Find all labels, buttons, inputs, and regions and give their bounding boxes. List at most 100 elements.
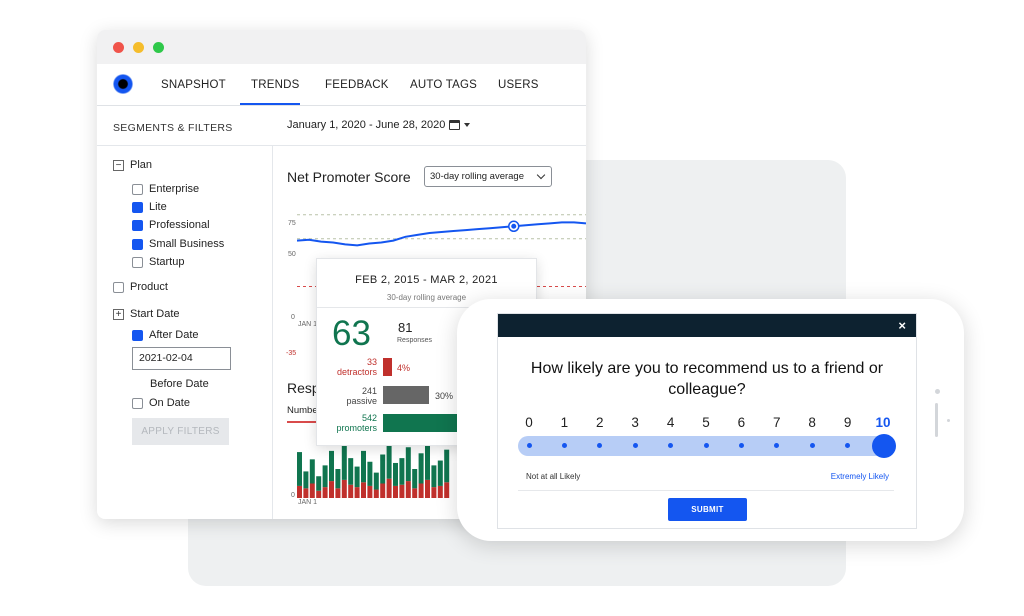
filter-small-business[interactable]: Small Business [132, 238, 224, 250]
on-date-checkbox[interactable] [132, 397, 143, 409]
filter-product[interactable]: Product [113, 281, 168, 293]
submit-button[interactable]: SUBMIT [668, 498, 747, 521]
filter-enterprise[interactable]: Enterprise [132, 183, 199, 195]
responses-bar-promoters [412, 469, 418, 489]
filter-after-date[interactable]: After Date [132, 329, 199, 341]
responses-bar-promoters [373, 472, 379, 490]
tab-feedback[interactable]: FEEDBACK [325, 79, 389, 91]
brand-logo-icon[interactable] [113, 74, 133, 94]
small-business-checkbox[interactable] [132, 238, 143, 250]
tab-auto-tags[interactable]: AUTO TAGS [410, 79, 477, 91]
responses-bar-promoters [393, 462, 398, 486]
responses-bar-promoters [425, 443, 430, 480]
marketing-composition: SNAPSHOT TRENDS FEEDBACK AUTO TAGS USERS… [0, 0, 1024, 616]
filter-lite[interactable]: Lite [132, 201, 167, 213]
plan-label: Plan [130, 159, 153, 171]
tab-trends[interactable]: TRENDS [251, 79, 299, 91]
responses-bar-detractors [348, 484, 354, 498]
rating-tick-1[interactable] [561, 443, 567, 448]
rating-option-8[interactable]: 8 [802, 415, 822, 430]
minimize-window-icon[interactable] [133, 41, 144, 53]
start-date-label: Start Date [130, 308, 180, 320]
detractors-pct: 4% [397, 363, 411, 373]
before-date-label: Before Date [150, 378, 209, 390]
close-icon[interactable]: × [898, 318, 906, 333]
passive-pct: 30% [435, 391, 454, 401]
close-window-icon[interactable] [113, 41, 124, 53]
tab-users[interactable]: USERS [498, 79, 539, 91]
filter-professional[interactable]: Professional [132, 219, 210, 231]
rating-tick-8[interactable] [809, 443, 815, 448]
enterprise-checkbox[interactable] [132, 183, 143, 195]
segments-filters-title: SEGMENTS & FILTERS [113, 122, 233, 134]
header-divider [97, 145, 586, 146]
date-range-text: January 1, 2020 - June 28, 2020 [287, 119, 446, 131]
start-date-group-toggle[interactable]: + Start Date [113, 308, 180, 320]
professional-checkbox[interactable] [132, 219, 143, 231]
active-tab-indicator [240, 103, 300, 105]
lite-checkbox[interactable] [132, 201, 143, 213]
high-hint: Extremely Likely [830, 472, 889, 481]
rating-option-6[interactable]: 6 [731, 415, 751, 430]
nps-series-line [297, 221, 586, 247]
detractors-count: 33 [366, 357, 377, 367]
maximize-window-icon[interactable] [153, 41, 164, 53]
filter-on-date[interactable]: On Date [132, 397, 190, 409]
after-date-checkbox[interactable] [132, 329, 143, 341]
responses-bar-detractors [322, 487, 328, 498]
responses-bar-promoters [335, 469, 341, 489]
responses-bar-promoters [309, 459, 315, 484]
rating-tick-6[interactable] [738, 443, 744, 448]
filter-startup[interactable]: Startup [132, 256, 184, 268]
responses-bar-detractors [297, 485, 302, 498]
rating-option-3[interactable]: 3 [625, 415, 645, 430]
responses-axis-zero: 0 [291, 492, 295, 499]
before-date-text: Before Date [150, 378, 209, 390]
responses-bar-detractors [437, 485, 443, 498]
after-date-input[interactable]: 2021-02-04 [132, 347, 231, 370]
product-checkbox[interactable] [113, 281, 124, 293]
rating-option-1[interactable]: 1 [554, 415, 574, 430]
responses-bar-detractors [335, 488, 341, 498]
responses-bar-detractors [316, 490, 322, 498]
rating-option-10[interactable]: 10 [873, 415, 893, 430]
rating-tick-0[interactable] [526, 443, 532, 448]
responses-bar-promoters [367, 461, 373, 486]
rating-option-2[interactable]: 2 [590, 415, 610, 430]
rating-tick-3[interactable] [632, 443, 638, 448]
survey-header: × [498, 314, 916, 337]
tooltip-responses-count: 81 [398, 320, 413, 335]
rating-option-7[interactable]: 7 [767, 415, 787, 430]
rating-option-5[interactable]: 5 [696, 415, 716, 430]
responses-bar-promoters [386, 441, 392, 479]
rolling-average-select[interactable]: 30-day rolling average [424, 166, 552, 187]
product-label: Product [130, 281, 168, 293]
date-range-picker[interactable]: January 1, 2020 - June 28, 2020 [287, 119, 471, 131]
rating-tick-5[interactable] [703, 443, 709, 448]
lite-label: Lite [149, 201, 167, 213]
responses-bar-detractors [361, 482, 366, 498]
tab-snapshot[interactable]: SNAPSHOT [161, 79, 226, 91]
responses-bar-promoters [303, 471, 309, 489]
startup-checkbox[interactable] [132, 256, 143, 268]
responses-bar-detractors [329, 481, 334, 498]
responses-bar-promoters [354, 466, 360, 488]
phone-sensor-icon [947, 419, 950, 422]
responses-bar-promoters [316, 476, 322, 491]
tooltip-nps-score: 63 [332, 314, 371, 353]
responses-bar-promoters [431, 465, 437, 488]
plan-group-toggle[interactable]: − Plan [113, 159, 152, 171]
nps-axis-label: 50 [288, 251, 296, 258]
rating-option-0[interactable]: 0 [519, 415, 539, 430]
select-value: 30-day rolling average [430, 171, 525, 182]
startup-label: Startup [149, 256, 185, 268]
collapse-icon: − [113, 159, 124, 171]
responses-bar-detractors [444, 482, 450, 498]
rating-option-9[interactable]: 9 [838, 415, 858, 430]
responses-bar-detractors [431, 487, 437, 498]
detractors-bar [383, 358, 392, 376]
rating-slider-knob[interactable] [872, 434, 896, 458]
responses-bar-chart [297, 441, 450, 498]
apply-filters-button[interactable]: APPLY FILTERS [132, 418, 229, 445]
rating-option-4[interactable]: 4 [661, 415, 681, 430]
